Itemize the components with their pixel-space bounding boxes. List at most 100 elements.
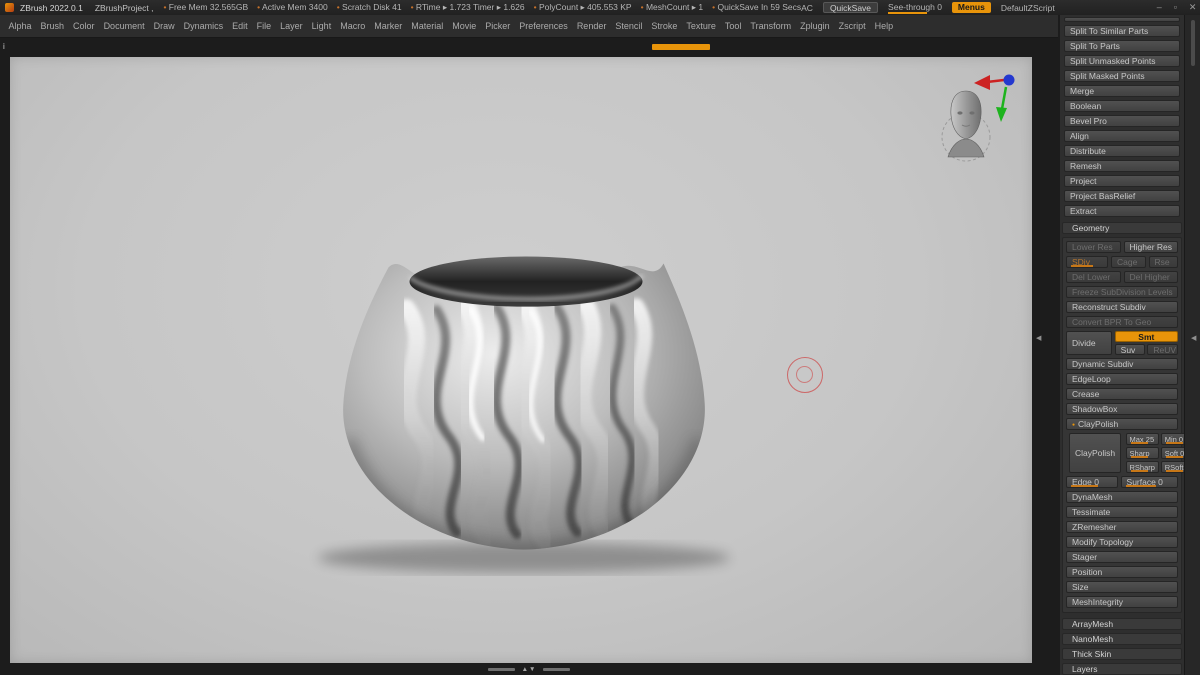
edge-slider[interactable]: Edge 0: [1066, 476, 1118, 488]
menu-item[interactable]: Texture: [682, 21, 721, 31]
lower-res-button[interactable]: Lower Res: [1066, 241, 1121, 253]
menu-item[interactable]: Transform: [746, 21, 796, 31]
geometry-subsection-button[interactable]: Tessimate: [1066, 506, 1178, 518]
close-button[interactable]: ✕: [1189, 2, 1197, 13]
geometry-subsection-button[interactable]: Crease: [1066, 388, 1178, 400]
reconstruct-subdiv-button[interactable]: Reconstruct Subdiv: [1066, 301, 1178, 313]
cage-button[interactable]: Cage: [1111, 256, 1146, 268]
menu-item[interactable]: Alpha: [4, 21, 36, 31]
geometry-subsection-button[interactable]: MeshIntegrity: [1066, 596, 1178, 608]
smt-toggle[interactable]: Smt: [1114, 331, 1178, 342]
menu-item[interactable]: Draw: [149, 21, 179, 31]
geometry-subsection-button[interactable]: Modify Topology: [1066, 536, 1178, 548]
menu-item[interactable]: Picker: [481, 21, 515, 31]
subtool-button[interactable]: Merge: [1064, 85, 1180, 97]
menu-item[interactable]: File: [252, 21, 276, 31]
rse-button[interactable]: Rse: [1148, 256, 1178, 268]
scroll-arrows[interactable]: ▲▼: [522, 666, 537, 673]
stat-item: Active Mem 3400: [257, 2, 328, 13]
menu-item[interactable]: Macro: [336, 21, 370, 31]
menu-item[interactable]: Layer: [276, 21, 308, 31]
claypolish-section-header[interactable]: ClayPolish: [1066, 418, 1178, 430]
geometry-subsection-button[interactable]: EdgeLoop: [1066, 373, 1178, 385]
subtool-button[interactable]: Split To Similar Parts: [1064, 25, 1180, 37]
del-higher-button[interactable]: Del Higher: [1123, 271, 1178, 283]
see-through-slider[interactable]: See-through 0: [888, 2, 942, 14]
menus-button[interactable]: Menus: [951, 2, 991, 13]
del-lower-button[interactable]: Del Lower: [1066, 271, 1121, 283]
quicksave-button[interactable]: QuickSave: [822, 2, 879, 13]
tool-section-header[interactable]: ArrayMesh: [1062, 618, 1182, 630]
menu-item[interactable]: Dynamics: [179, 21, 228, 31]
subtool-button[interactable]: Split To Parts: [1064, 40, 1180, 52]
maximize-button[interactable]: ▫: [1174, 2, 1177, 13]
menu-item[interactable]: Stroke: [647, 21, 682, 31]
suv-toggle[interactable]: Suv: [1114, 344, 1146, 355]
tool-section-header[interactable]: NanoMesh: [1062, 633, 1182, 645]
menu-item[interactable]: Tool: [720, 21, 746, 31]
app-name: ZBrush 2022.0.1: [20, 2, 83, 13]
tool-section-header[interactable]: Thick Skin: [1062, 648, 1182, 660]
claypolish-rsharp-slider[interactable]: RSharp: [1125, 461, 1159, 473]
divide-button[interactable]: Divide: [1066, 331, 1112, 355]
menu-item[interactable]: Brush: [36, 21, 69, 31]
menu-item[interactable]: Render: [572, 21, 611, 31]
subtool-button[interactable]: Split Masked Points: [1064, 70, 1180, 82]
geometry-subsection-button[interactable]: ZRemesher: [1066, 521, 1178, 533]
menu-item[interactable]: Zplugin: [796, 21, 835, 31]
geometry-subsection-button[interactable]: Stager: [1066, 551, 1178, 563]
menu-item[interactable]: Preferences: [515, 21, 573, 31]
subtool-button[interactable]: Bevel Pro: [1064, 115, 1180, 127]
geometry-subsection-button[interactable]: Position: [1066, 566, 1178, 578]
axis-gizmo[interactable]: [973, 71, 1023, 125]
freeze-subdivision-button[interactable]: Freeze SubDivision Levels: [1066, 286, 1178, 298]
convert-bpr-button[interactable]: Convert BPR To Geo: [1066, 316, 1178, 328]
menu-item[interactable]: Help: [870, 21, 898, 31]
bottom-bar: ▲▼: [0, 663, 1058, 675]
subtool-button[interactable]: Remesh: [1064, 160, 1180, 172]
panel-divider-arrow[interactable]: ◀: [1036, 334, 1041, 342]
ac-label: AC: [801, 2, 813, 13]
subtool-button[interactable]: Project BasRelief: [1064, 190, 1180, 202]
claypolish-max-slider[interactable]: Max 25: [1125, 433, 1159, 445]
subtool-button[interactable]: Split Unmasked Points: [1064, 55, 1180, 67]
claypolish-sharp-slider[interactable]: Sharp: [1125, 447, 1159, 459]
higher-res-button[interactable]: Higher Res: [1123, 241, 1178, 253]
subtool-button[interactable]: Extract: [1064, 205, 1180, 217]
claypolish-soft-slider[interactable]: Soft 0: [1160, 447, 1184, 459]
menu-item[interactable]: Light: [307, 21, 336, 31]
scroll-left-bar[interactable]: [487, 667, 515, 671]
subtool-button[interactable]: Distribute: [1064, 145, 1180, 157]
panel-scrollbar-thumb[interactable]: [1191, 20, 1195, 66]
menu-item[interactable]: Edit: [228, 21, 253, 31]
subtool-button[interactable]: Boolean: [1064, 100, 1180, 112]
surface-slider[interactable]: Surface 0: [1120, 476, 1178, 488]
geometry-section-header[interactable]: Geometry: [1062, 222, 1182, 234]
claypolish-min-slider[interactable]: Min 0: [1160, 433, 1184, 445]
geometry-subsection-button[interactable]: ShadowBox: [1066, 403, 1178, 415]
sdiv-slider[interactable]: SDiv: [1066, 256, 1108, 268]
subtool-button[interactable]: Align: [1064, 130, 1180, 142]
geometry-subsection-button[interactable]: DynaMesh: [1066, 491, 1178, 503]
tray-divider-arrow[interactable]: ◀: [1191, 334, 1196, 342]
x-axis-arrow: [974, 75, 990, 90]
claypolish-button[interactable]: ClayPolish: [1069, 433, 1121, 473]
document-canvas[interactable]: [10, 57, 1032, 663]
menu-item[interactable]: Movie: [448, 21, 481, 31]
menu-item[interactable]: Material: [407, 21, 448, 31]
minimize-button[interactable]: –: [1157, 2, 1162, 13]
menu-item[interactable]: Marker: [370, 21, 407, 31]
sculpt-model[interactable]: [278, 189, 770, 581]
menu-item[interactable]: Stencil: [611, 21, 647, 31]
reuv-button[interactable]: ReUV: [1147, 344, 1178, 355]
menu-item[interactable]: Document: [99, 21, 149, 31]
menu-item[interactable]: Color: [69, 21, 100, 31]
geometry-subsection-button[interactable]: Size: [1066, 581, 1178, 593]
menu-item[interactable]: Zscript: [834, 21, 870, 31]
scroll-right-bar[interactable]: [543, 667, 571, 671]
clipped-top-button[interactable]: [1064, 17, 1180, 22]
geometry-subsection-button[interactable]: Dynamic Subdiv: [1066, 358, 1178, 370]
claypolish-rsoft-slider[interactable]: RSoft 5: [1160, 461, 1184, 473]
tool-section-header[interactable]: Layers: [1062, 663, 1182, 675]
subtool-button[interactable]: Project: [1064, 175, 1180, 187]
